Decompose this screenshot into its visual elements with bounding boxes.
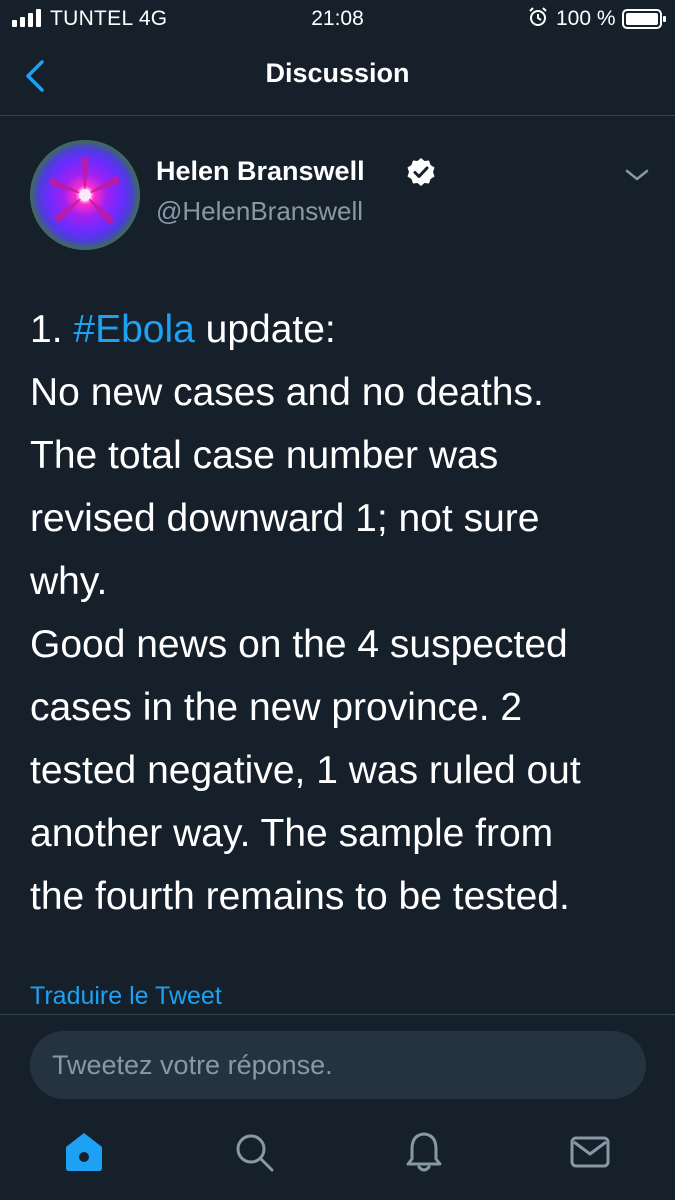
reply-input[interactable] xyxy=(30,1031,646,1099)
tweet-line: Good news on the 4 suspected xyxy=(30,623,568,666)
tweet-line: tested negative, 1 was ruled out xyxy=(30,749,581,792)
tweet-line: The total case number was xyxy=(30,434,499,477)
tweet-line: 1. #Ebola update: xyxy=(30,298,650,361)
tweet-line: the fourth remains to be tested. xyxy=(30,875,570,918)
tweet-text-prefix: 1. xyxy=(30,308,74,351)
tweet-line: revised downward 1; not sure xyxy=(30,497,540,540)
tab-bar xyxy=(0,1112,675,1200)
author-handle[interactable]: @HelenBranswell xyxy=(156,196,363,227)
page-title: Discussion xyxy=(265,58,410,88)
chevron-down-icon[interactable] xyxy=(622,165,652,185)
navigation-bar: Discussion xyxy=(0,38,675,116)
reply-bar xyxy=(0,1014,675,1100)
translate-tweet-link[interactable]: Traduire le Tweet xyxy=(30,982,222,1011)
verified-badge-icon xyxy=(407,158,435,186)
status-bar: TUNTEL 4G 21:08 100 % xyxy=(0,0,675,38)
author-avatar[interactable] xyxy=(30,140,140,250)
tweet-text: 1. #Ebola update: No new cases and no de… xyxy=(30,298,650,928)
tweet-line: why. xyxy=(30,560,108,603)
search-icon[interactable] xyxy=(232,1130,276,1174)
messages-icon[interactable] xyxy=(568,1130,612,1174)
tweet-text-suffix: update: xyxy=(194,308,336,351)
tweet-line: No new cases and no deaths. xyxy=(30,371,544,414)
battery-percentage: 100 % xyxy=(556,7,616,30)
avatar-flower-image xyxy=(49,157,121,225)
tweet-line: cases in the new province. 2 xyxy=(30,686,523,729)
home-icon[interactable] xyxy=(62,1130,106,1174)
hashtag-link[interactable]: #Ebola xyxy=(73,308,194,351)
alarm-icon xyxy=(529,7,547,26)
tweet-line: another way. The sample from xyxy=(30,812,554,855)
author-name[interactable]: Helen Branswell xyxy=(156,156,365,187)
battery-icon xyxy=(622,9,666,29)
notifications-icon[interactable] xyxy=(402,1130,446,1174)
